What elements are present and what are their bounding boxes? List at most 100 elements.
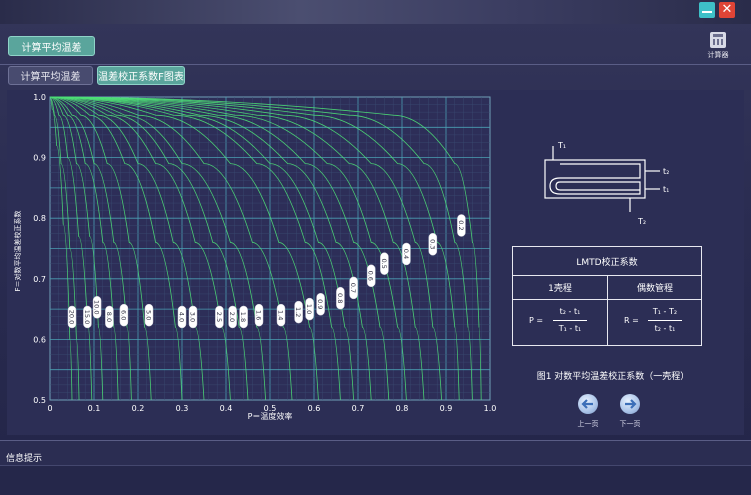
curve-label-text: 0.6	[367, 271, 375, 281]
y-tick-label: 0.5	[33, 396, 46, 405]
curve-label-10.0: 10.0	[93, 296, 102, 319]
x-tick-label: 1.0	[484, 404, 497, 413]
title-bar: ✕	[0, 0, 751, 24]
app-window: ✕ 计算平均温差 计算器 计算平均温差 温差校正系数F图表 20.0 15.0 10…	[0, 0, 751, 495]
next-page-button[interactable]	[620, 394, 640, 414]
x-tick-label: 0.7	[352, 404, 365, 413]
y-tick-label: 1.0	[33, 93, 46, 102]
curve-label-4.0: 4.0	[178, 305, 187, 329]
curve-label-0.2: 0.2	[457, 214, 466, 237]
arrow-right-icon	[625, 399, 637, 409]
x-tick-label: 0.8	[396, 404, 409, 413]
minimize-icon[interactable]	[699, 2, 715, 18]
label-T1: T₁	[557, 141, 566, 150]
close-icon[interactable]: ✕	[719, 2, 735, 18]
exchanger-shell	[549, 163, 641, 195]
y-axis-ticks: 0.5 0.6 0.7 0.8 0.9 1.0	[33, 93, 46, 405]
y-tick-label: 0.8	[33, 214, 46, 223]
curve-label-text: 1.0	[305, 304, 313, 314]
status-message-area	[0, 465, 751, 495]
curve-label-0.5: 0.5	[380, 252, 389, 275]
curve-label-0.4: 0.4	[402, 242, 411, 266]
label-t1: t₁	[663, 185, 669, 194]
heat-exchanger-diagram	[544, 146, 660, 212]
curve-label-text: 8.0	[105, 312, 113, 322]
x-tick-label: 0.4	[220, 404, 233, 413]
curve-label-text: 1.4	[277, 310, 285, 320]
calculator-label[interactable]: 计算器	[702, 50, 734, 60]
curve-label-3.0: 3.0	[189, 305, 198, 329]
top-toolbar: 计算平均温差	[0, 28, 751, 65]
curve-label-text: 10.0	[93, 300, 101, 314]
curve-label-1.8: 1.8	[239, 305, 248, 329]
r-formula-bar	[648, 320, 682, 321]
arrow-left-icon	[581, 399, 593, 409]
prev-page-label[interactable]: 上一页	[568, 419, 608, 429]
curve-label-text: 15.0	[83, 310, 91, 324]
curve-label-6.0: 6.0	[119, 303, 129, 327]
curve-label-8.0: 8.0	[105, 305, 114, 329]
curve-label-text: 2.0	[228, 312, 236, 322]
y-axis-title: F＝对数平均温差校正系数	[13, 210, 22, 291]
x-tick-label: 0	[47, 404, 52, 413]
curve-label-text: 0.7	[349, 283, 357, 293]
r-formula-num: T₁ - T₂	[652, 307, 678, 316]
status-label: 信息提示	[6, 454, 43, 464]
y-tick-label: 0.6	[33, 335, 46, 344]
curve-label-text: 0.9	[316, 299, 324, 309]
curve-label-1.2: 1.2	[294, 300, 303, 324]
curve-label-5.0: 5.0	[145, 303, 154, 327]
x-tick-label: 0.6	[308, 404, 321, 413]
x-axis-title: P＝温度效率	[248, 411, 293, 421]
tab-bar: 计算平均温差 温差校正系数F图表	[0, 64, 751, 88]
curve-label-0.7: 0.7	[349, 276, 358, 300]
r-formula-lhs: R =	[624, 316, 639, 325]
p-formula-den: T₁ - t₁	[558, 324, 582, 333]
curve-label-text: 1.8	[239, 312, 247, 322]
curve-label-text: 0.5	[380, 258, 388, 268]
p-formula-lhs: P =	[529, 316, 544, 325]
curve-label-0.8: 0.8	[336, 286, 345, 310]
curve-label-15.0: 15.0	[83, 305, 92, 329]
curve-label-text: 2.5	[215, 312, 223, 322]
prev-page-button[interactable]	[578, 394, 598, 414]
label-t2: t₂	[663, 167, 669, 176]
curve-label-text: 4.0	[178, 312, 186, 322]
lmtd-col-tube: 偶数管程 R = T₁ - T₂ t₂ - t₁	[608, 275, 702, 345]
tab-correction-chart[interactable]: 温差校正系数F图表	[97, 66, 185, 85]
curve-label-text: 0.4	[402, 249, 410, 259]
status-bar: 信息提示	[0, 440, 751, 495]
x-tick-label: 0.3	[176, 404, 189, 413]
tab-calc-mean-temp-diff[interactable]: 计算平均温差	[8, 66, 93, 85]
curve-label-text: 0.2	[457, 220, 465, 230]
curve-label-text: 6.0	[119, 310, 127, 320]
next-page-label[interactable]: 下一页	[610, 419, 650, 429]
x-tick-label: 0.2	[132, 404, 145, 413]
curve-label-1.0: 1.0	[305, 297, 314, 321]
lmtd-table-title: LMTD校正系数	[513, 247, 701, 276]
curve-label-2.5: 2.5	[215, 305, 224, 329]
curve-label-0.3: 0.3	[428, 233, 438, 256]
curve-label-text: 5.0	[145, 310, 153, 320]
curve-label-20.0: 20.0	[68, 305, 77, 329]
curve-label-0.9: 0.9	[316, 293, 325, 316]
calc-mean-temp-diff-button[interactable]: 计算平均温差	[8, 36, 95, 56]
lmtd-col-shell: 1壳程 P = t₂ - t₁ T₁ - t₁	[513, 275, 608, 345]
lmtd-table: LMTD校正系数 1壳程 P = t₂ - t₁ T₁ - t₁ 偶数管程 R …	[512, 246, 702, 346]
curve-label-0.6: 0.6	[367, 264, 376, 288]
curve-label-1.4: 1.4	[277, 303, 286, 327]
p-formula-bar	[553, 320, 587, 321]
r-formula-den: t₂ - t₁	[654, 324, 676, 333]
curve-label-1.6: 1.6	[255, 303, 264, 327]
curve-label-2.0: 2.0	[228, 305, 237, 329]
curve-label-text: 3.0	[189, 312, 197, 322]
exchanger-body	[544, 159, 646, 199]
x-tick-label: 0.1	[88, 404, 101, 413]
r-formula: R = T₁ - T₂ t₂ - t₁	[608, 299, 702, 345]
y-tick-label: 0.7	[33, 275, 46, 284]
p-formula-num: t₂ - t₁	[559, 307, 581, 316]
calculator-icon[interactable]	[710, 32, 726, 48]
curve-label-text: 0.8	[336, 293, 344, 303]
figure-caption: 图1 对数平均温差校正系数（一壳程）	[536, 372, 690, 382]
y-tick-label: 0.9	[33, 154, 46, 163]
